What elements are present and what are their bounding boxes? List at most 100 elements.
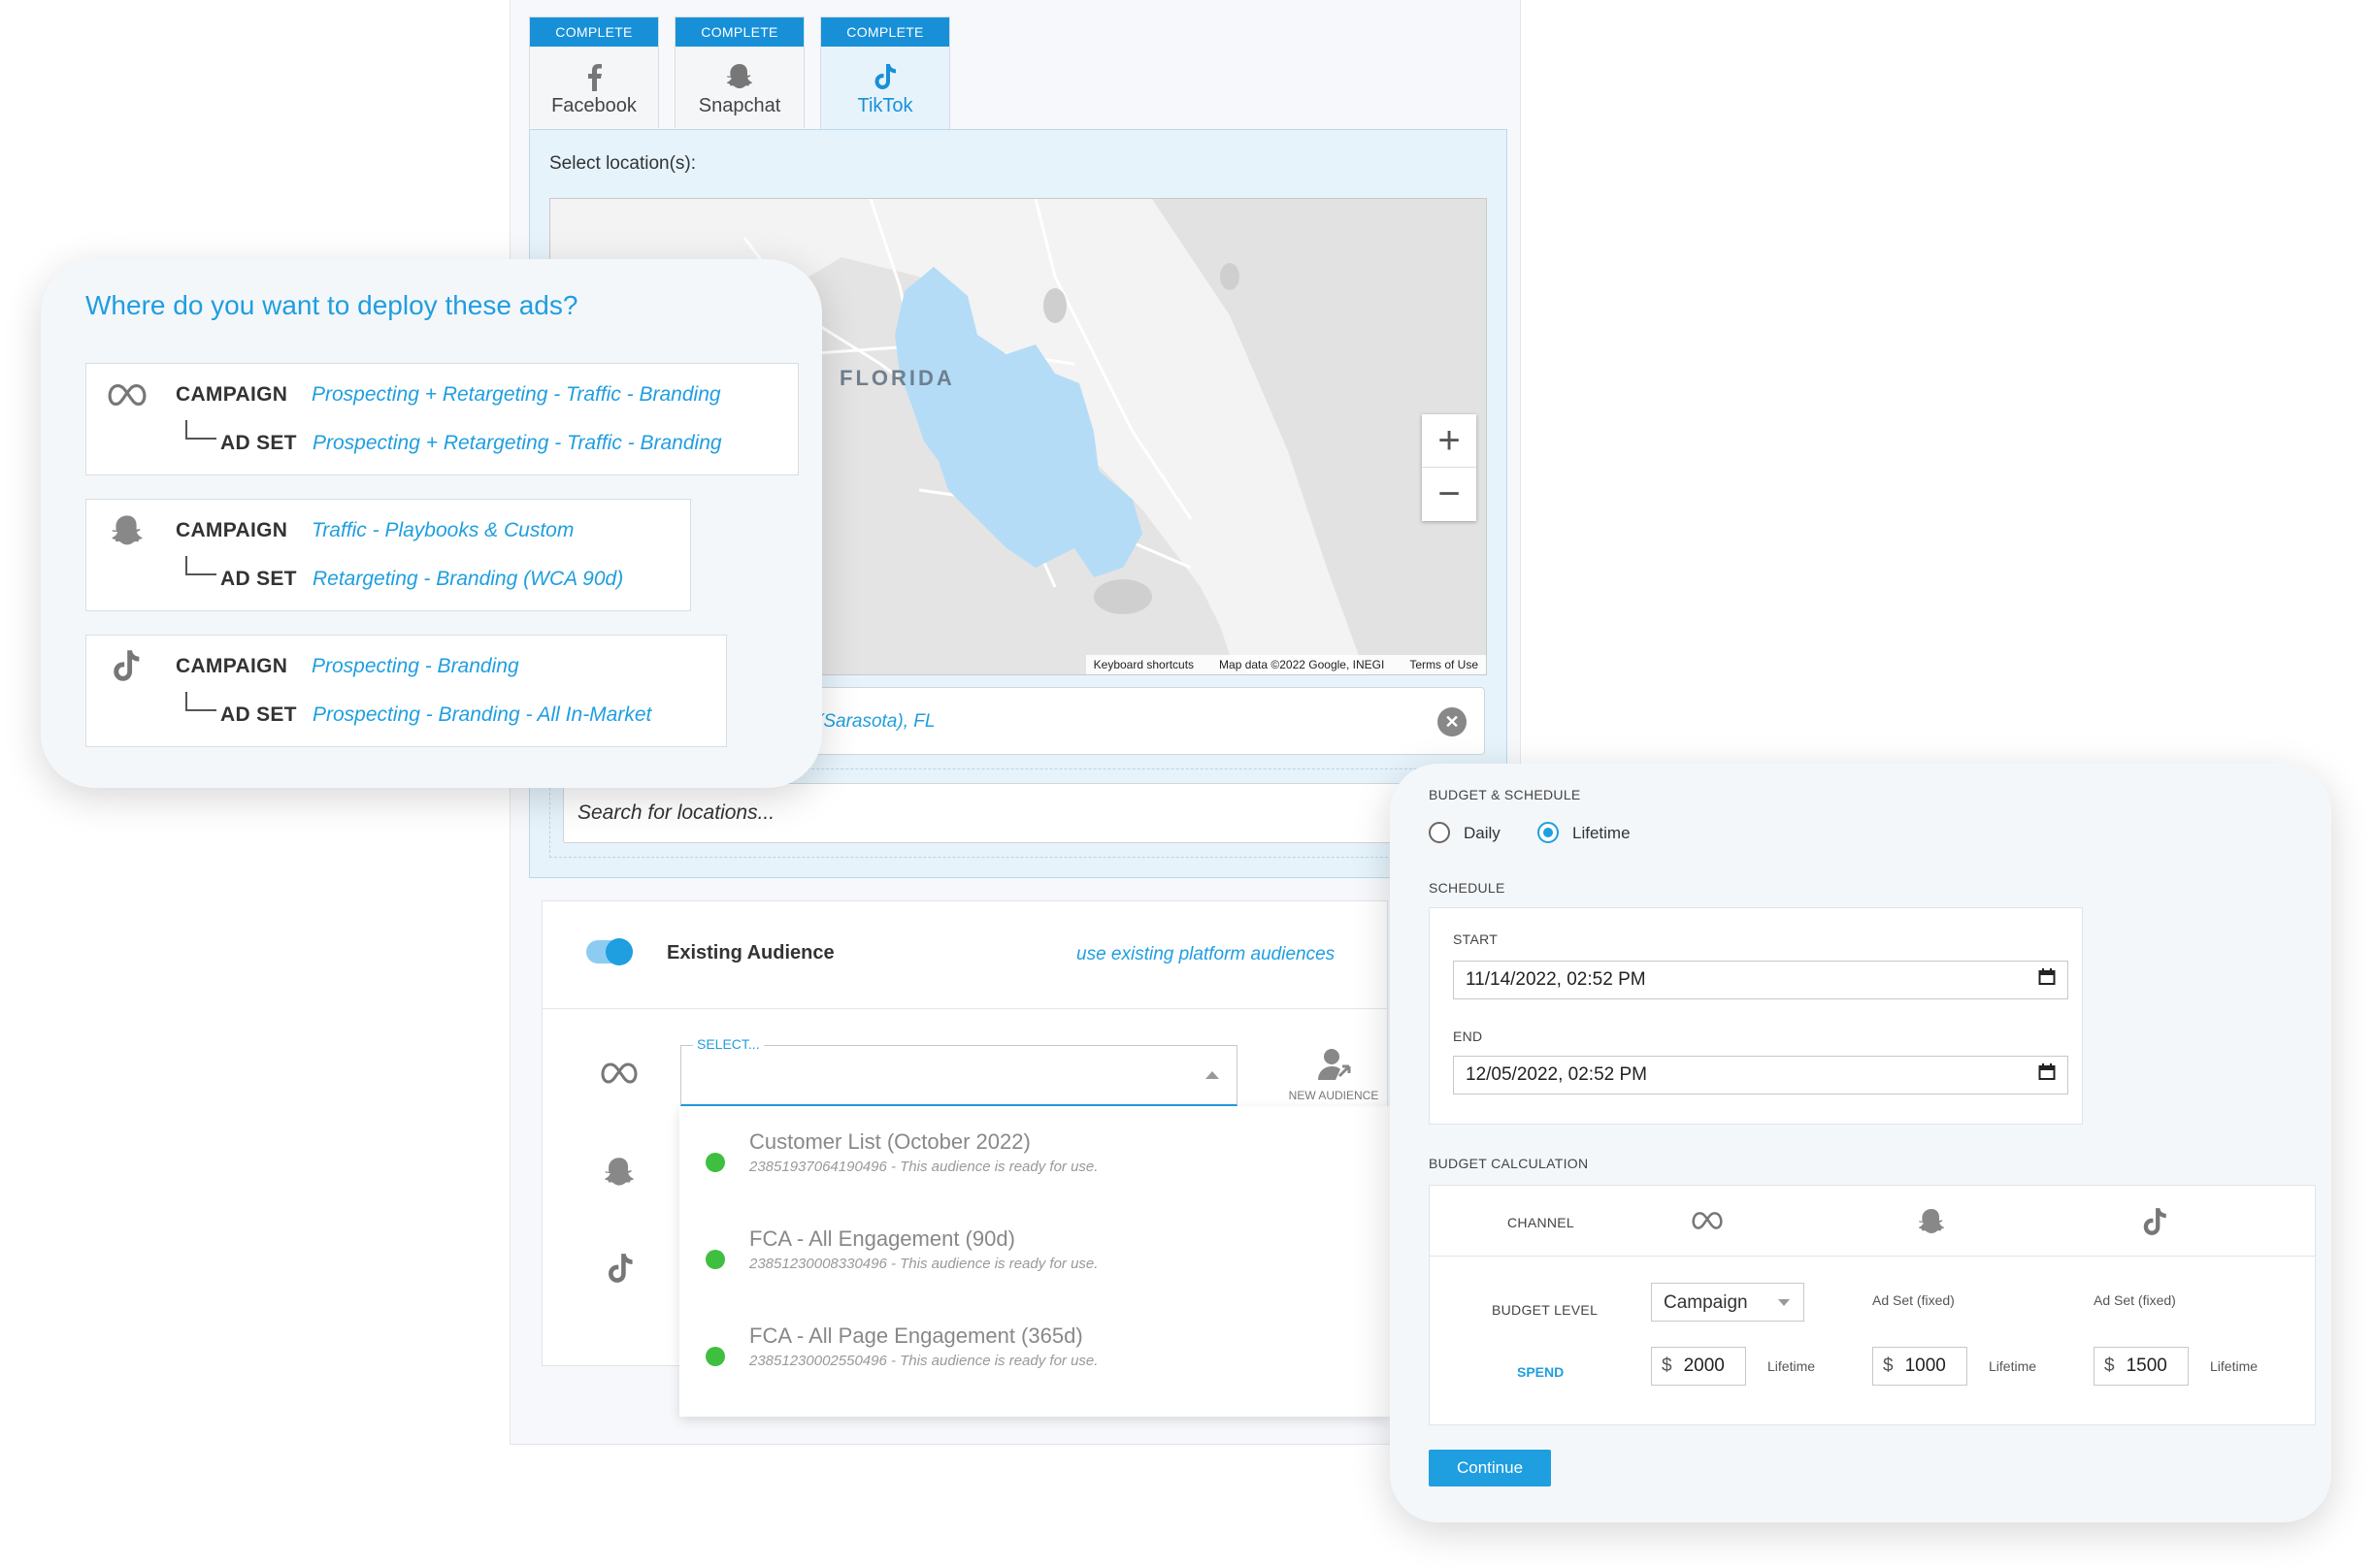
campaign-keyword: CAMPAIGN	[176, 383, 288, 406]
zoom-out-button[interactable]: −	[1422, 468, 1476, 520]
ready-status-dot	[706, 1250, 725, 1269]
daily-label: Daily	[1464, 824, 1501, 842]
new-audience-label: NEW AUDIENCE	[1288, 1089, 1379, 1102]
audience-option[interactable]: FCA - All Engagement (90d) 2385123000833…	[749, 1226, 1098, 1272]
zoom-in-button[interactable]: +	[1422, 414, 1476, 468]
end-datetime-input[interactable]: 12/05/2022, 02:52 PM	[1453, 1056, 2068, 1094]
spend-value: 1500	[2126, 1356, 2167, 1376]
existing-audience-hint: use existing platform audiences	[1076, 944, 1336, 964]
snapchat-spend-input[interactable]: $ 1000	[1872, 1347, 1967, 1386]
spend-period: Lifetime	[1767, 1358, 1816, 1374]
continue-button[interactable]: Continue	[1429, 1450, 1551, 1486]
hierarchy-connector	[185, 556, 216, 575]
meta-icon	[601, 1062, 638, 1089]
deploy-title: Where do you want to deploy these ads?	[85, 290, 578, 320]
adset-fixed-label: Ad Set (fixed)	[1872, 1292, 1955, 1308]
map-region-label: FLORIDA	[840, 366, 955, 390]
audience-option-status: 23851937064190496 - This audience is rea…	[749, 1159, 1099, 1175]
adset-name: Prospecting + Retargeting - Traffic - Br…	[313, 432, 722, 454]
audience-option-status: 23851230008330496 - This audience is rea…	[749, 1256, 1099, 1272]
snapchat-deploy-box: CAMPAIGN Traffic - Playbooks & Custom AD…	[85, 499, 691, 611]
hierarchy-connector	[185, 692, 216, 711]
ready-status-dot	[706, 1153, 725, 1172]
tiktok-icon	[2142, 1207, 2167, 1241]
selected-location-text: (Sarasota), FL	[817, 711, 936, 732]
audience-option[interactable]: FCA - All Page Engagement (365d) 2385123…	[749, 1323, 1098, 1369]
facebook-icon	[530, 60, 658, 93]
start-datetime-input[interactable]: 11/14/2022, 02:52 PM	[1453, 961, 2068, 999]
channel-header: CHANNEL	[1507, 1215, 1575, 1230]
existing-audience-title: Existing Audience	[667, 942, 835, 964]
audience-option[interactable]: Customer List (October 2022) 23851937064…	[749, 1129, 1098, 1175]
tab-tiktok[interactable]: COMPLETE TikTok	[820, 16, 950, 131]
snapchat-icon	[603, 1156, 636, 1193]
location-search-input[interactable]: Search for locations...	[563, 783, 1438, 843]
meta-icon	[108, 383, 147, 411]
calendar-icon[interactable]	[2038, 1063, 2056, 1087]
map-data-credit: Map data ©2022 Google, INEGI	[1219, 658, 1385, 671]
daily-radio[interactable]	[1429, 822, 1450, 843]
start-value: 11/14/2022, 02:52 PM	[1466, 969, 1646, 990]
currency-symbol: $	[1662, 1356, 1672, 1376]
budget-schedule-heading: BUDGET & SCHEDULE	[1429, 787, 1581, 802]
tiktok-spend-input[interactable]: $ 1500	[2094, 1347, 2189, 1386]
spend-value: 1000	[1904, 1356, 1946, 1376]
chevron-up-icon	[1205, 1071, 1219, 1079]
tab-status: COMPLETE	[530, 17, 658, 47]
audience-option-name: FCA - All Page Engagement (365d)	[749, 1323, 1083, 1348]
keyboard-shortcuts-link[interactable]: Keyboard shortcuts	[1094, 658, 1194, 671]
budget-level-select[interactable]: Campaign	[1651, 1283, 1804, 1322]
end-label: END	[1453, 1029, 1483, 1044]
adset-fixed-label: Ad Set (fixed)	[2094, 1292, 2176, 1308]
map-attribution: Keyboard shortcuts Map data ©2022 Google…	[1085, 655, 1486, 674]
snapchat-icon	[1917, 1207, 1946, 1241]
chevron-down-icon	[1778, 1299, 1790, 1306]
budget-level-value: Campaign	[1664, 1292, 1748, 1313]
budget-level-label: BUDGET LEVEL	[1492, 1302, 1599, 1318]
budget-table: CHANNEL BUDGET LEVEL Campaign Ad Set (fi…	[1429, 1185, 2316, 1425]
spend-value: 2000	[1683, 1356, 1725, 1376]
tab-label: Facebook	[551, 95, 637, 116]
spend-period: Lifetime	[1989, 1358, 2037, 1374]
spend-label: SPEND	[1517, 1364, 1565, 1380]
audience-option-status: 23851230002550496 - This audience is rea…	[749, 1353, 1099, 1369]
meta-icon	[1692, 1211, 1723, 1235]
tiktok-icon	[607, 1253, 634, 1289]
tab-facebook[interactable]: COMPLETE Facebook	[529, 16, 659, 128]
remove-location-icon[interactable]: ✕	[1437, 707, 1467, 736]
tiktok-icon	[821, 60, 949, 93]
meta-deploy-box: CAMPAIGN Prospecting + Retargeting - Tra…	[85, 363, 799, 475]
tab-label: Snapchat	[698, 95, 781, 116]
audience-select[interactable]: SELECT...	[680, 1036, 1237, 1106]
new-audience-button[interactable]: NEW AUDIENCE	[1280, 1047, 1387, 1102]
add-person-icon	[1280, 1047, 1387, 1087]
adset-name: Retargeting - Branding (WCA 90d)	[313, 568, 624, 590]
ready-status-dot	[706, 1347, 725, 1366]
meta-spend-input[interactable]: $ 2000	[1651, 1347, 1746, 1386]
campaign-keyword: CAMPAIGN	[176, 655, 288, 677]
tab-snapchat[interactable]: COMPLETE Snapchat	[675, 16, 805, 128]
tab-label: TikTok	[857, 95, 913, 116]
snapchat-icon	[110, 513, 145, 553]
start-label: START	[1453, 931, 1499, 947]
tab-status: COMPLETE	[821, 17, 949, 47]
adset-name: Prospecting - Branding - All In-Market	[313, 703, 652, 726]
adset-keyword: AD SET	[220, 432, 297, 454]
deploy-summary-card: Where do you want to deploy these ads? C…	[41, 259, 822, 788]
hierarchy-connector	[185, 420, 216, 440]
campaign-name: Prospecting + Retargeting - Traffic - Br…	[312, 383, 721, 406]
existing-audience-toggle[interactable]	[586, 938, 633, 965]
currency-symbol: $	[2104, 1356, 2115, 1376]
snapchat-icon	[676, 60, 804, 93]
budget-schedule-card: BUDGET & SCHEDULE Daily Lifetime SCHEDUL…	[1390, 764, 2331, 1522]
spend-period: Lifetime	[2210, 1358, 2259, 1374]
adset-keyword: AD SET	[220, 568, 297, 590]
calendar-icon[interactable]	[2038, 968, 2056, 992]
audience-dropdown: Customer List (October 2022) 23851937064…	[679, 1106, 1390, 1417]
map-zoom-control: + −	[1422, 414, 1476, 521]
terms-of-use-link[interactable]: Terms of Use	[1409, 658, 1478, 671]
audience-select-label: SELECT...	[693, 1036, 764, 1052]
lifetime-radio[interactable]	[1537, 822, 1559, 843]
currency-symbol: $	[1883, 1356, 1894, 1376]
schedule-heading: SCHEDULE	[1429, 880, 1505, 896]
